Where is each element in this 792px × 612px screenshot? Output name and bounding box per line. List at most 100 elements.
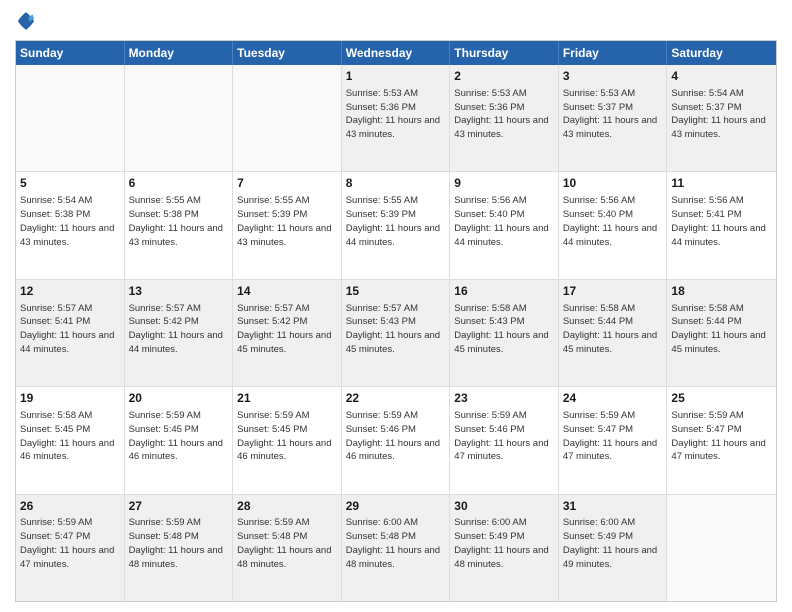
cell-info: Sunrise: 5:57 AMSunset: 5:43 PMDaylight:… bbox=[346, 302, 446, 357]
calendar-cell: 21 Sunrise: 5:59 AMSunset: 5:45 PMDayligh… bbox=[233, 387, 342, 493]
calendar-cell bbox=[667, 495, 776, 601]
day-number: 30 bbox=[454, 498, 554, 515]
day-number: 6 bbox=[129, 175, 229, 192]
calendar-body: 1 Sunrise: 5:53 AMSunset: 5:36 PMDaylight… bbox=[16, 65, 776, 601]
calendar-cell: 20 Sunrise: 5:59 AMSunset: 5:45 PMDayligh… bbox=[125, 387, 234, 493]
day-number: 27 bbox=[129, 498, 229, 515]
cell-info: Sunrise: 5:59 AMSunset: 5:45 PMDaylight:… bbox=[237, 409, 337, 464]
cell-info: Sunrise: 6:00 AMSunset: 5:49 PMDaylight:… bbox=[454, 516, 554, 571]
calendar-row: 19 Sunrise: 5:58 AMSunset: 5:45 PMDayligh… bbox=[16, 387, 776, 494]
cell-info: Sunrise: 6:00 AMSunset: 5:48 PMDaylight:… bbox=[346, 516, 446, 571]
cell-info: Sunrise: 5:58 AMSunset: 5:43 PMDaylight:… bbox=[454, 302, 554, 357]
cell-info: Sunrise: 5:53 AMSunset: 5:37 PMDaylight:… bbox=[563, 87, 663, 142]
day-number: 28 bbox=[237, 498, 337, 515]
day-number: 31 bbox=[563, 498, 663, 515]
calendar-cell: 30Sunrise: 6:00 AMSunset: 5:49 PMDayligh… bbox=[450, 495, 559, 601]
day-number: 2 bbox=[454, 68, 554, 85]
cell-info: Sunrise: 5:58 AMSunset: 5:44 PMDaylight:… bbox=[563, 302, 663, 357]
day-number: 1 bbox=[346, 68, 446, 85]
cell-info: Sunrise: 5:59 AMSunset: 5:48 PMDaylight:… bbox=[129, 516, 229, 571]
calendar-cell: 3 Sunrise: 5:53 AMSunset: 5:37 PMDaylight… bbox=[559, 65, 668, 171]
cell-info: Sunrise: 5:58 AMSunset: 5:44 PMDaylight:… bbox=[671, 302, 772, 357]
calendar-cell: 29Sunrise: 6:00 AMSunset: 5:48 PMDayligh… bbox=[342, 495, 451, 601]
cell-info: Sunrise: 5:55 AMSunset: 5:39 PMDaylight:… bbox=[346, 194, 446, 249]
cell-info: Sunrise: 5:59 AMSunset: 5:45 PMDaylight:… bbox=[129, 409, 229, 464]
calendar-cell: 26Sunrise: 5:59 AMSunset: 5:47 PMDayligh… bbox=[16, 495, 125, 601]
calendar-cell bbox=[16, 65, 125, 171]
day-number: 4 bbox=[671, 68, 772, 85]
cell-info: Sunrise: 5:59 AMSunset: 5:47 PMDaylight:… bbox=[671, 409, 772, 464]
calendar-cell: 5Sunrise: 5:54 AMSunset: 5:38 PMDaylight… bbox=[16, 172, 125, 278]
day-number: 12 bbox=[20, 283, 120, 300]
cell-info: Sunrise: 5:57 AMSunset: 5:42 PMDaylight:… bbox=[129, 302, 229, 357]
logo bbox=[15, 10, 41, 32]
day-number: 9 bbox=[454, 175, 554, 192]
day-number: 16 bbox=[454, 283, 554, 300]
cell-info: Sunrise: 5:58 AMSunset: 5:45 PMDaylight:… bbox=[20, 409, 120, 464]
day-number: 3 bbox=[563, 68, 663, 85]
day-number: 7 bbox=[237, 175, 337, 192]
day-number: 20 bbox=[129, 390, 229, 407]
header-sunday: Sunday bbox=[16, 41, 125, 65]
cell-info: Sunrise: 5:53 AMSunset: 5:36 PMDaylight:… bbox=[454, 87, 554, 142]
calendar-row: 26Sunrise: 5:59 AMSunset: 5:47 PMDayligh… bbox=[16, 495, 776, 601]
calendar-cell bbox=[125, 65, 234, 171]
cell-info: Sunrise: 5:55 AMSunset: 5:39 PMDaylight:… bbox=[237, 194, 337, 249]
calendar: Sunday Monday Tuesday Wednesday Thursday… bbox=[15, 40, 777, 602]
cell-info: Sunrise: 5:57 AMSunset: 5:41 PMDaylight:… bbox=[20, 302, 120, 357]
calendar-cell: 19 Sunrise: 5:58 AMSunset: 5:45 PMDayligh… bbox=[16, 387, 125, 493]
day-number: 22 bbox=[346, 390, 446, 407]
calendar-cell: 17 Sunrise: 5:58 AMSunset: 5:44 PMDayligh… bbox=[559, 280, 668, 386]
calendar-row: 1 Sunrise: 5:53 AMSunset: 5:36 PMDaylight… bbox=[16, 65, 776, 172]
calendar-cell: 14 Sunrise: 5:57 AMSunset: 5:42 PMDayligh… bbox=[233, 280, 342, 386]
calendar-cell: 11 Sunrise: 5:56 AMSunset: 5:41 PMDayligh… bbox=[667, 172, 776, 278]
calendar-cell: 8Sunrise: 5:55 AMSunset: 5:39 PMDaylight… bbox=[342, 172, 451, 278]
cell-info: Sunrise: 5:59 AMSunset: 5:48 PMDaylight:… bbox=[237, 516, 337, 571]
day-number: 26 bbox=[20, 498, 120, 515]
day-number: 25 bbox=[671, 390, 772, 407]
cell-info: Sunrise: 5:55 AMSunset: 5:38 PMDaylight:… bbox=[129, 194, 229, 249]
calendar-cell: 28Sunrise: 5:59 AMSunset: 5:48 PMDayligh… bbox=[233, 495, 342, 601]
header-monday: Monday bbox=[125, 41, 234, 65]
calendar-cell: 18 Sunrise: 5:58 AMSunset: 5:44 PMDayligh… bbox=[667, 280, 776, 386]
header-thursday: Thursday bbox=[450, 41, 559, 65]
calendar-header: Sunday Monday Tuesday Wednesday Thursday… bbox=[16, 41, 776, 65]
day-number: 15 bbox=[346, 283, 446, 300]
calendar-cell: 16 Sunrise: 5:58 AMSunset: 5:43 PMDayligh… bbox=[450, 280, 559, 386]
cell-info: Sunrise: 5:56 AMSunset: 5:40 PMDaylight:… bbox=[454, 194, 554, 249]
calendar-cell: 23Sunrise: 5:59 AMSunset: 5:46 PMDayligh… bbox=[450, 387, 559, 493]
day-number: 17 bbox=[563, 283, 663, 300]
header-tuesday: Tuesday bbox=[233, 41, 342, 65]
calendar-cell: 31Sunrise: 6:00 AMSunset: 5:49 PMDayligh… bbox=[559, 495, 668, 601]
calendar-cell: 13Sunrise: 5:57 AMSunset: 5:42 PMDayligh… bbox=[125, 280, 234, 386]
cell-info: Sunrise: 5:59 AMSunset: 5:47 PMDaylight:… bbox=[20, 516, 120, 571]
day-number: 23 bbox=[454, 390, 554, 407]
header-wednesday: Wednesday bbox=[342, 41, 451, 65]
calendar-cell: 9 Sunrise: 5:56 AMSunset: 5:40 PMDaylight… bbox=[450, 172, 559, 278]
header bbox=[15, 10, 777, 32]
logo-icon bbox=[15, 10, 37, 32]
day-number: 5 bbox=[20, 175, 120, 192]
day-number: 21 bbox=[237, 390, 337, 407]
header-friday: Friday bbox=[559, 41, 668, 65]
calendar-cell: 24Sunrise: 5:59 AMSunset: 5:47 PMDayligh… bbox=[559, 387, 668, 493]
cell-info: Sunrise: 5:56 AMSunset: 5:40 PMDaylight:… bbox=[563, 194, 663, 249]
cell-info: Sunrise: 5:59 AMSunset: 5:46 PMDaylight:… bbox=[346, 409, 446, 464]
cell-info: Sunrise: 6:00 AMSunset: 5:49 PMDaylight:… bbox=[563, 516, 663, 571]
calendar-cell: 4Sunrise: 5:54 AMSunset: 5:37 PMDaylight… bbox=[667, 65, 776, 171]
cell-info: Sunrise: 5:57 AMSunset: 5:42 PMDaylight:… bbox=[237, 302, 337, 357]
day-number: 14 bbox=[237, 283, 337, 300]
cell-info: Sunrise: 5:53 AMSunset: 5:36 PMDaylight:… bbox=[346, 87, 446, 142]
calendar-cell: 22 Sunrise: 5:59 AMSunset: 5:46 PMDayligh… bbox=[342, 387, 451, 493]
day-number: 10 bbox=[563, 175, 663, 192]
calendar-cell: 2 Sunrise: 5:53 AMSunset: 5:36 PMDaylight… bbox=[450, 65, 559, 171]
calendar-row: 12 Sunrise: 5:57 AMSunset: 5:41 PMDayligh… bbox=[16, 280, 776, 387]
page: Sunday Monday Tuesday Wednesday Thursday… bbox=[0, 0, 792, 612]
cell-info: Sunrise: 5:56 AMSunset: 5:41 PMDaylight:… bbox=[671, 194, 772, 249]
day-number: 18 bbox=[671, 283, 772, 300]
calendar-cell bbox=[233, 65, 342, 171]
day-number: 11 bbox=[671, 175, 772, 192]
calendar-row: 5Sunrise: 5:54 AMSunset: 5:38 PMDaylight… bbox=[16, 172, 776, 279]
day-number: 19 bbox=[20, 390, 120, 407]
calendar-cell: 6 Sunrise: 5:55 AMSunset: 5:38 PMDaylight… bbox=[125, 172, 234, 278]
